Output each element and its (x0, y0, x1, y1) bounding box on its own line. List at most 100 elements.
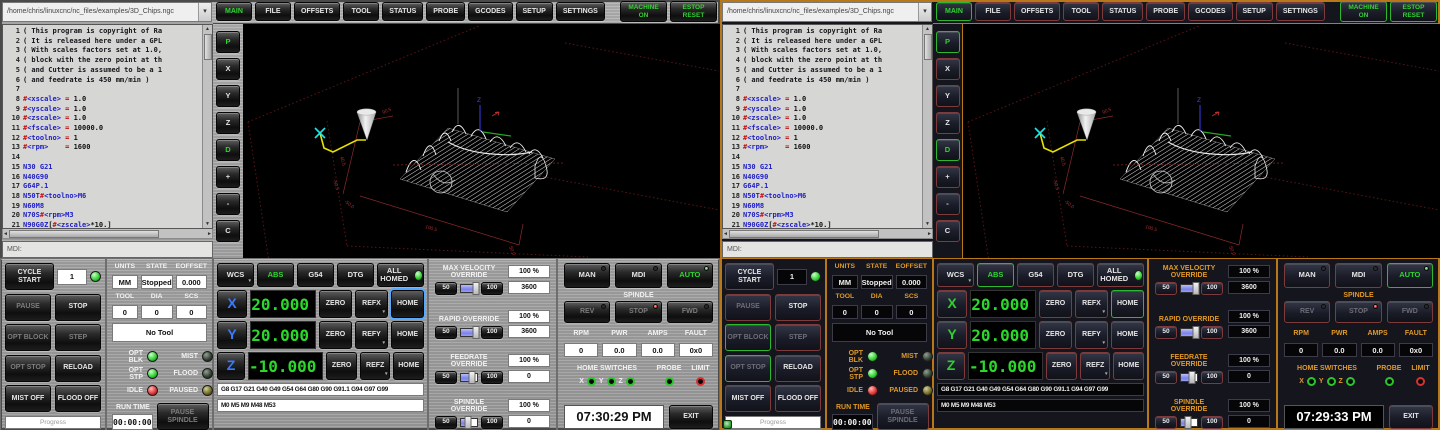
override-max-button[interactable]: 100 (1201, 371, 1223, 384)
zero-x-button[interactable]: ZERO (319, 290, 352, 318)
exit-button[interactable]: EXIT (1389, 405, 1433, 429)
reload-button[interactable]: RELOAD (775, 355, 821, 382)
scrollbar-thumb[interactable] (924, 34, 932, 60)
exit-button[interactable]: EXIT (669, 405, 713, 429)
axis-y-button[interactable]: Y (937, 321, 967, 349)
feedrate-slider[interactable] (1180, 373, 1198, 382)
override-min-button[interactable]: 50 (1155, 326, 1177, 339)
scroll-right-icon[interactable]: ► (927, 231, 932, 237)
mdi-mode-button[interactable]: MDI (1335, 263, 1381, 288)
mdi-input[interactable]: MDI: (2, 241, 213, 258)
optional-block-button[interactable]: OPT BLOCK (725, 324, 771, 351)
override-max-button[interactable]: 100 (481, 416, 503, 429)
scroll-down-icon[interactable]: ▼ (205, 220, 210, 228)
scroll-down-icon[interactable]: ▼ (925, 220, 930, 228)
zero-y-button[interactable]: ZERO (319, 321, 352, 349)
axis-y-button[interactable]: Y (217, 321, 247, 349)
max-velocity-slider[interactable] (460, 284, 478, 293)
cycle-start-button[interactable]: CYCLE START (725, 263, 774, 290)
all-homed-button[interactable]: ALL HOMED (377, 263, 424, 287)
gcode-text[interactable]: 1( This program is copyright of Ra2( It … (3, 25, 202, 228)
axis-z-button[interactable]: Z (217, 352, 245, 380)
scroll-left-icon[interactable]: ◄ (723, 231, 728, 237)
scroll-left-icon[interactable]: ◄ (3, 231, 8, 237)
spindle-stop-button[interactable]: STOP (615, 301, 661, 323)
reload-button[interactable]: RELOAD (55, 355, 101, 382)
slider-thumb[interactable] (1192, 326, 1199, 339)
preview-x-view-button[interactable]: X (936, 58, 960, 80)
ref-x-button[interactable]: REFX▾ (355, 290, 388, 318)
g54-button[interactable]: G54 (1017, 263, 1054, 287)
menu-gcodes[interactable]: GCODES (468, 2, 512, 21)
max-velocity-slider[interactable] (1180, 284, 1198, 293)
axis-x-button[interactable]: X (937, 290, 967, 318)
override-max-button[interactable]: 100 (481, 371, 503, 384)
menu-probe[interactable]: PROBE (1146, 2, 1185, 21)
preview-zoom-out-button[interactable]: - (216, 193, 240, 215)
dtg-button[interactable]: DTG (1057, 263, 1094, 287)
file-path-combo[interactable]: /home/chris/linuxcnc/nc_files/examples/3… (2, 2, 212, 22)
spindle-forward-button[interactable]: FWD (1387, 301, 1433, 323)
feedrate-slider[interactable] (460, 373, 478, 382)
single-step-button[interactable]: STEP (775, 324, 821, 351)
override-max-button[interactable]: 100 (1201, 326, 1223, 339)
spindle-slider[interactable] (1180, 418, 1198, 427)
mist-toggle-button[interactable]: MIST OFF (725, 385, 771, 412)
slider-thumb[interactable] (472, 282, 479, 295)
ref-z-button[interactable]: REFZ▾ (1080, 352, 1111, 380)
zero-z-button[interactable]: ZERO (326, 352, 357, 380)
mdi-mode-button[interactable]: MDI (615, 263, 661, 288)
scroll-up-icon[interactable]: ▲ (925, 25, 930, 33)
override-min-button[interactable]: 50 (435, 282, 457, 295)
file-path-combo[interactable]: /home/chris/linuxcnc/nc_files/examples/3… (722, 2, 932, 22)
preview-perspective-button[interactable]: P (936, 31, 960, 53)
spindle-forward-button[interactable]: FWD (667, 301, 713, 323)
gremlin-3d-preview[interactable]: 90.5 40.5 -50.5 -50.0 100.5 50.0 Z (963, 24, 1440, 258)
override-max-button[interactable]: 100 (481, 282, 503, 295)
menu-status[interactable]: STATUS (382, 2, 423, 21)
optional-block-button[interactable]: OPT BLOCK (5, 324, 51, 351)
slider-thumb[interactable] (465, 416, 472, 429)
menu-offsets[interactable]: OFFSETS (1014, 2, 1060, 21)
menu-file[interactable]: FILE (975, 2, 1011, 21)
flood-toggle-button[interactable]: FLOOD OFF (55, 385, 101, 412)
preview-x-view-button[interactable]: X (216, 58, 240, 80)
override-min-button[interactable]: 50 (435, 416, 457, 429)
slider-thumb[interactable] (472, 326, 479, 339)
menu-settings[interactable]: SETTINGS (556, 2, 605, 21)
flood-toggle-button[interactable]: FLOOD OFF (775, 385, 821, 412)
chevron-down-icon[interactable]: ▾ (198, 3, 211, 21)
slider-thumb[interactable] (469, 371, 476, 384)
axis-z-button[interactable]: Z (937, 352, 965, 380)
machine-on-button[interactable]: MACHINE ON (620, 1, 667, 22)
preview-z-view-button[interactable]: Z (936, 112, 960, 134)
slider-thumb[interactable] (1189, 371, 1196, 384)
preview-dimensions-button[interactable]: D (936, 139, 960, 161)
preview-zoom-in-button[interactable]: + (936, 166, 960, 188)
manual-mode-button[interactable]: MAN (564, 263, 610, 288)
preview-zoom-out-button[interactable]: - (936, 193, 960, 215)
spindle-slider[interactable] (460, 418, 478, 427)
scroll-up-icon[interactable]: ▲ (205, 25, 210, 33)
ref-z-button[interactable]: REFZ▾ (360, 352, 391, 380)
menu-tool[interactable]: TOOL (343, 2, 379, 21)
gremlin-3d-preview[interactable]: 90.5 40.5 -50.5 -50.0 100.5 50.0 Z (243, 24, 720, 258)
ref-y-button[interactable]: REFY▾ (1075, 321, 1108, 349)
pause-spindle-button[interactable]: PAUSE SPINDLE (877, 403, 929, 430)
scrollbar-thumb[interactable] (9, 230, 159, 238)
spindle-reverse-button[interactable]: REV (1284, 301, 1330, 323)
abs-button[interactable]: ABS (257, 263, 294, 287)
menu-file[interactable]: FILE (255, 2, 291, 21)
override-min-button[interactable]: 50 (1155, 416, 1177, 429)
rapid-slider[interactable] (460, 328, 478, 337)
menu-probe[interactable]: PROBE (426, 2, 465, 21)
horizontal-scrollbar[interactable]: ◄► (2, 229, 213, 239)
pause-button[interactable]: PAUSE (725, 294, 771, 321)
preview-dimensions-button[interactable]: D (216, 139, 240, 161)
rapid-slider[interactable] (1180, 328, 1198, 337)
dtg-button[interactable]: DTG (337, 263, 374, 287)
abs-button[interactable]: ABS (977, 263, 1014, 287)
spindle-reverse-button[interactable]: REV (564, 301, 610, 323)
g54-button[interactable]: G54 (297, 263, 334, 287)
wcs-dropdown-button[interactable]: WCS▾ (937, 263, 974, 287)
